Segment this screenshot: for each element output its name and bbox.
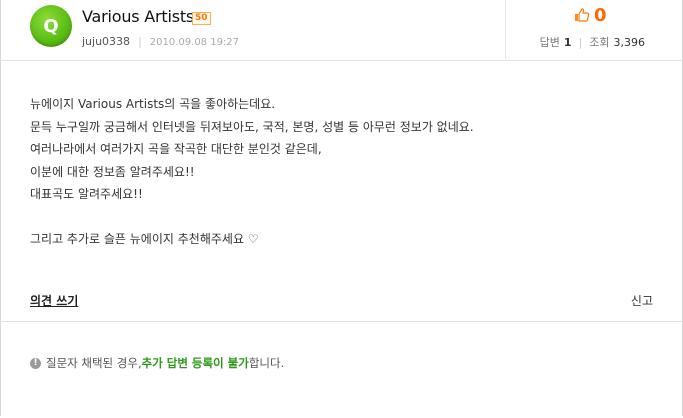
like-button[interactable]: 0: [574, 4, 607, 26]
body-line: 여러나라에서 여러가지 곡을 작곡한 대단한 분인것 같은데,: [30, 142, 322, 156]
report-link[interactable]: 신고: [631, 292, 653, 309]
answers-label: 답변: [539, 36, 560, 49]
question-counts: 답변 1 | 조회 3,396: [540, 34, 645, 50]
adoption-notice: ! 질문자 채택된 경우, 추가 답변 등록이 불가 합니다.: [30, 355, 284, 371]
notice-prefix: 질문자 채택된 경우,: [46, 356, 142, 370]
author-name[interactable]: juju0338: [82, 35, 130, 48]
answers-count: 1: [563, 35, 572, 49]
thumbs-up-icon: [575, 8, 590, 22]
info-icon: !: [30, 357, 41, 369]
notice-highlight: 추가 답변 등록이 불가: [141, 356, 249, 370]
question-header: Q Various Artists 50 juju0338 | 2010.09.08…: [0, 0, 683, 61]
body-line: 그리고 추가로 슬픈 뉴에이지 추천해주세요 ♡: [30, 232, 259, 246]
post-date: 2010.09.08 19:27: [149, 37, 240, 48]
write-opinion-link[interactable]: 의견 쓰기: [30, 292, 78, 309]
body-line: 문득 누구일까 궁금해서 인터넷을 뒤져보아도, 국적, 본명, 성별 등 아무…: [30, 119, 474, 134]
question-meta: juju0338 | 2010.09.08 19:27: [82, 35, 239, 48]
question-body: 뉴에이지 Various Artists의 곡을 좋아하는데요. 문득 누구일까…: [30, 93, 650, 251]
notice-suffix: 합니다.: [248, 356, 285, 370]
like-count: 0: [594, 4, 607, 26]
counts-separator: |: [578, 35, 583, 49]
section-divider: [0, 321, 683, 322]
question-avatar-icon: Q: [30, 5, 72, 47]
level-badge: 50: [192, 12, 211, 25]
meta-separator: |: [138, 35, 142, 48]
views-count: 3,396: [613, 35, 646, 49]
views-label: 조회: [589, 36, 610, 49]
question-title: Various Artists: [82, 7, 195, 26]
body-line: 이분에 대한 정보좀 알려주세요!!: [30, 164, 195, 179]
body-line: 뉴에이지 Various Artists의 곡을 좋아하는데요.: [30, 97, 276, 111]
body-line: 대표곡도 알려주세요!!: [30, 187, 143, 201]
stats-divider: [505, 0, 506, 59]
